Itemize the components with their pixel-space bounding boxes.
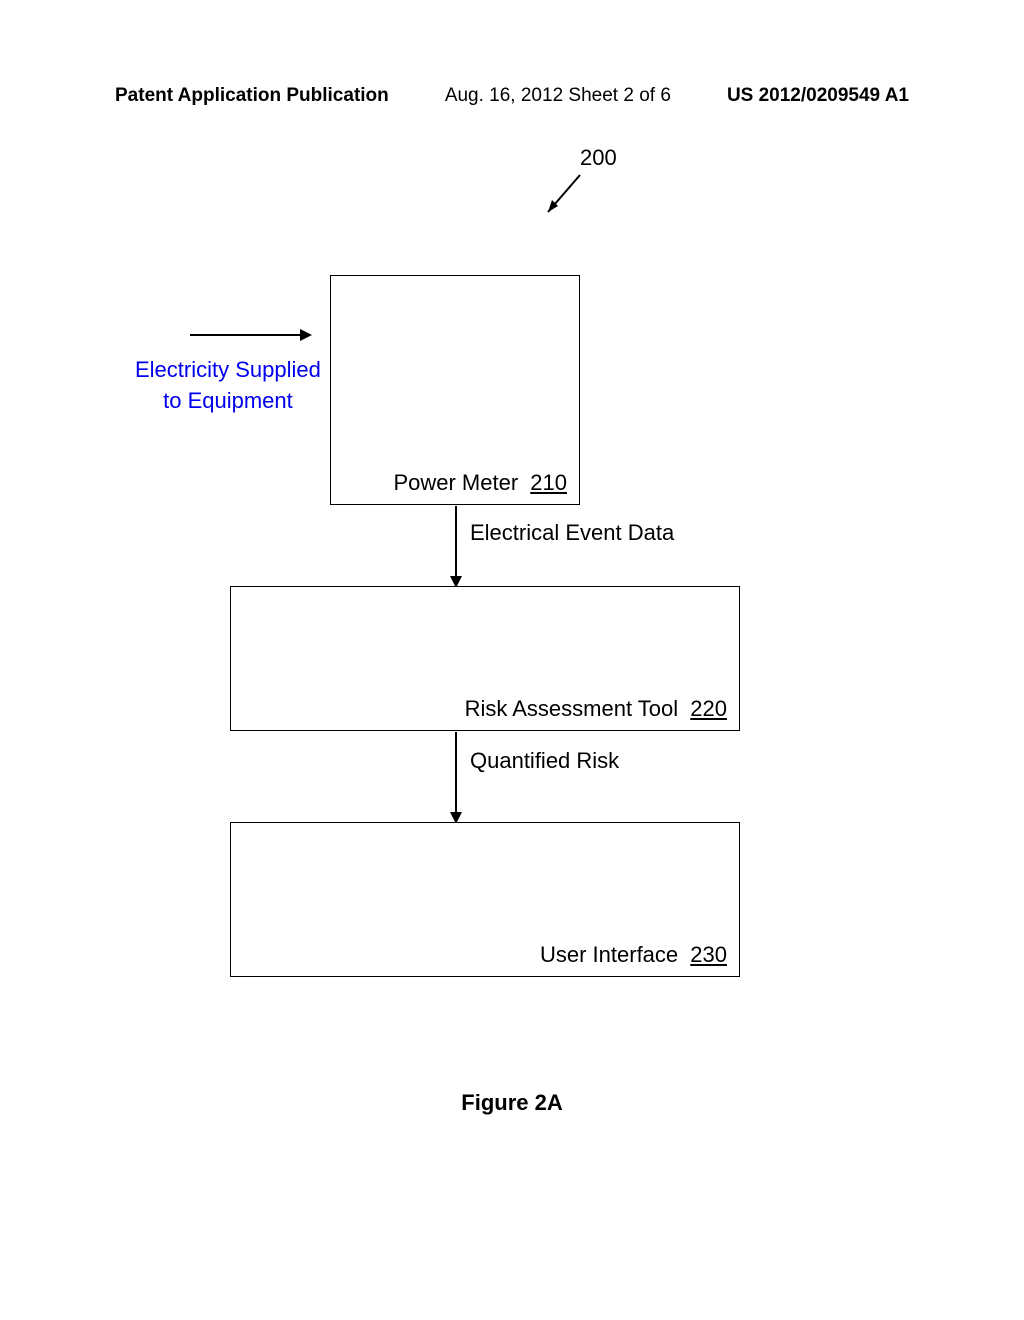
- input-label-line2: to Equipment: [163, 388, 293, 413]
- risk-assessment-box: Risk Assessment Tool 220: [230, 586, 740, 731]
- diagram-reference-number: 200: [580, 145, 617, 171]
- flow-label-2: Quantified Risk: [470, 748, 619, 774]
- user-interface-label: User Interface 230: [540, 942, 727, 968]
- header-publication: Patent Application Publication: [115, 85, 389, 107]
- input-label: Electricity Supplied to Equipment: [135, 355, 321, 417]
- figure-caption: Figure 2A: [0, 1090, 1024, 1116]
- flow-label-1: Electrical Event Data: [470, 520, 674, 546]
- header-sheet-info: Aug. 16, 2012 Sheet 2 of 6: [445, 85, 671, 107]
- power-meter-box: Power Meter 210: [330, 275, 580, 505]
- power-meter-ref: 210: [530, 470, 567, 495]
- user-interface-ref: 230: [690, 942, 727, 967]
- power-meter-label: Power Meter 210: [393, 470, 567, 496]
- input-arrow-icon: [190, 334, 310, 336]
- user-interface-box: User Interface 230: [230, 822, 740, 977]
- input-label-line1: Electricity Supplied: [135, 357, 321, 382]
- risk-assessment-label: Risk Assessment Tool 220: [465, 696, 727, 722]
- flow-arrow-1-icon: [455, 506, 457, 586]
- flow-arrow-2-icon: [455, 732, 457, 822]
- risk-tool-ref: 220: [690, 696, 727, 721]
- page-header: Patent Application Publication Aug. 16, …: [0, 85, 1024, 107]
- callout-arrow-icon: [540, 170, 590, 220]
- header-patent-number: US 2012/0209549 A1: [727, 85, 909, 107]
